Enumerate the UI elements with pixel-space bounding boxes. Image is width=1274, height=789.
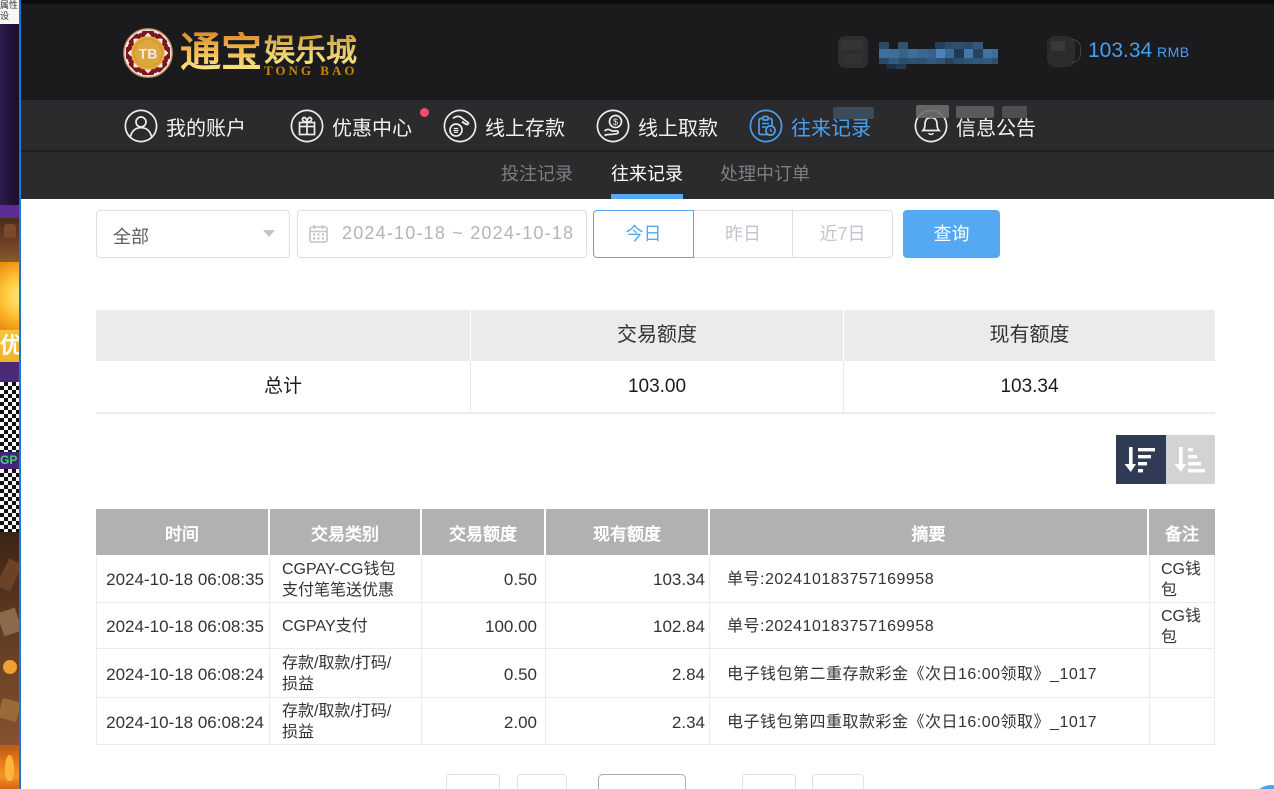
svg-text:$: $ — [613, 117, 618, 127]
svg-text:TB: TB — [139, 45, 158, 61]
